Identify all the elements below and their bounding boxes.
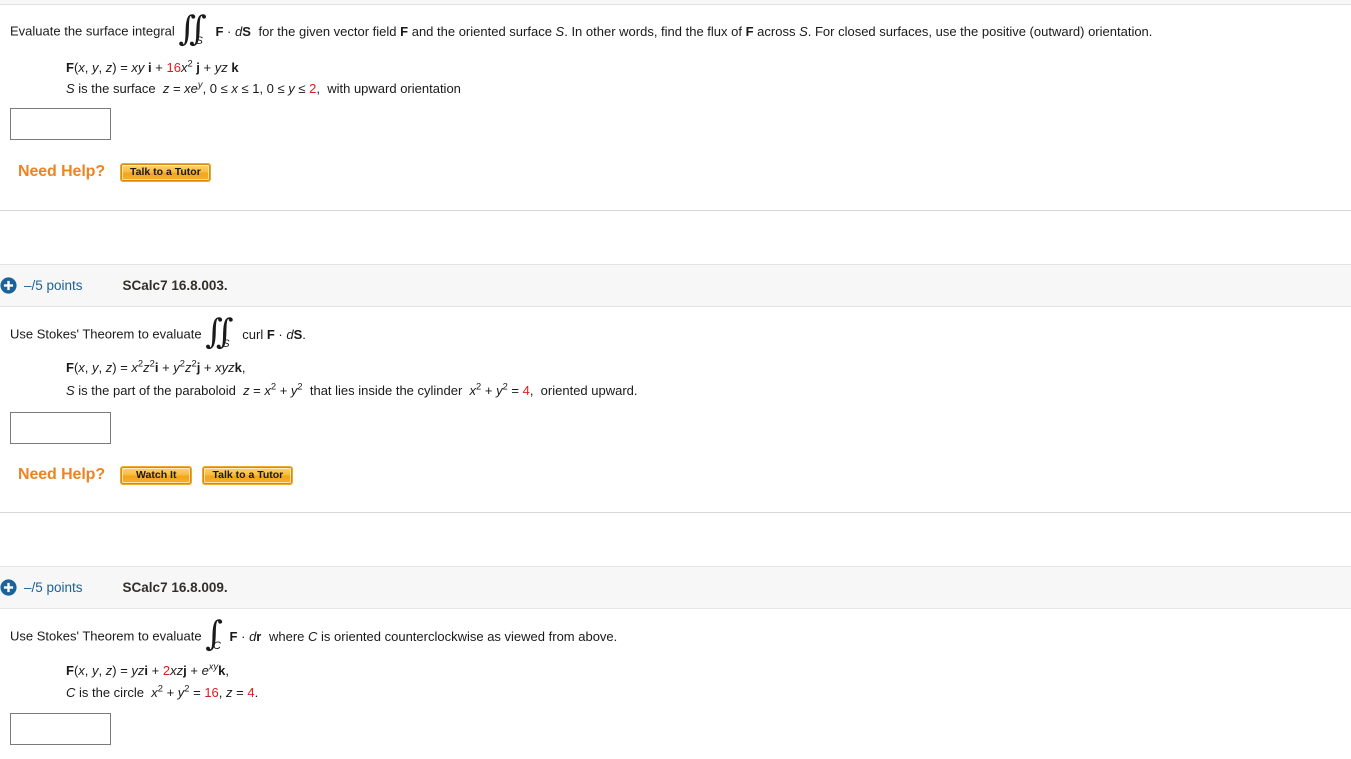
double-integral-icon: ∫∫ S: [178, 9, 207, 49]
q3-circle-height: 4: [247, 685, 255, 700]
q2-need-help-row: Need Help? Watch It Talk to a Tutor: [18, 466, 293, 484]
plus-circle-icon[interactable]: [0, 579, 17, 596]
q3-circle-radius: 16: [204, 685, 219, 700]
q3-prompt-line: Use Stokes' Theorem to evaluate ∫ C F · d…: [10, 614, 618, 654]
q2-points-label: –/5 points: [24, 278, 83, 293]
q1-prompt-lead: Evaluate the surface integral: [10, 23, 175, 39]
q1-bottom-divider: [0, 210, 1351, 211]
q2-answer-input[interactable]: [10, 412, 111, 444]
q2-question-code: SCalc7 16.8.003.: [122, 278, 228, 293]
q1-prompt-mid: F · dS: [215, 23, 251, 39]
q2-need-help-label: Need Help?: [18, 466, 106, 483]
q1-prompt-line: Evaluate the surface integral ∫∫ S F · dS…: [10, 9, 1153, 49]
q1-talk-to-tutor-button[interactable]: Talk to a Tutor: [121, 163, 210, 181]
q2-prompt-lead: Use Stokes' Theorem to evaluate: [10, 326, 202, 342]
q3-prompt-tail: where C is oriented counterclockwise as …: [268, 628, 618, 644]
integral-subscript: S: [222, 338, 230, 351]
q2-header-bar: –/5 points SCalc7 16.8.003.: [0, 264, 1351, 307]
integral-subscript: S: [195, 35, 203, 48]
q2-cylinder-radius: 4: [522, 383, 530, 398]
single-integral-icon: ∫ C: [205, 614, 223, 654]
q3-header-bar: –/5 points SCalc7 16.8.009.: [0, 566, 1351, 609]
q2-prompt-line: Use Stokes' Theorem to evaluate ∫∫ S curl…: [10, 312, 306, 352]
q3-curve-line: C is the circle x2 + y2 = 16, z = 4.: [66, 683, 259, 700]
q1-need-help-label: Need Help?: [18, 163, 106, 180]
q1-surface-bound: 2: [309, 81, 317, 96]
q2-field-line: F(x, y, z) = x2z2i + y2z2j + xyzk,: [66, 358, 246, 375]
q2-surface-line: S is the part of the paraboloid z = x2 +…: [66, 381, 638, 398]
q2-prompt-tail: curl F · dS.: [242, 326, 306, 342]
q2-bottom-divider: [0, 512, 1351, 513]
plus-circle-icon[interactable]: [0, 277, 17, 294]
q2-watch-it-button[interactable]: Watch It: [121, 466, 192, 484]
q1-need-help-row: Need Help? Talk to a Tutor: [18, 163, 210, 181]
q3-question-code: SCalc7 16.8.009.: [122, 580, 228, 595]
double-integral-icon: ∫∫ S: [205, 312, 234, 352]
q1-prompt-tail: for the given vector field F and the ori…: [258, 23, 1153, 39]
q3-prompt-lead: Use Stokes' Theorem to evaluate: [10, 628, 202, 644]
integral-subscript: C: [212, 640, 221, 653]
q3-prompt-mid: F · dr: [229, 628, 262, 644]
q1-answer-input[interactable]: [10, 108, 111, 140]
q1-field-line: F(x, y, z) = xy i + 16x2 j + yz k: [66, 58, 239, 75]
q1-surface-line: S is the surface z = xey, 0 ≤ x ≤ 1, 0 ≤…: [66, 79, 461, 96]
q1-field-coefficient: 16: [166, 60, 181, 75]
page-top-strip: [0, 0, 1351, 5]
q3-field-line: F(x, y, z) = yzi + 2xzj + exyk,: [66, 661, 229, 678]
q2-talk-to-tutor-button[interactable]: Talk to a Tutor: [203, 466, 293, 484]
q3-points-label: –/5 points: [24, 580, 83, 595]
q3-answer-input[interactable]: [10, 713, 111, 745]
